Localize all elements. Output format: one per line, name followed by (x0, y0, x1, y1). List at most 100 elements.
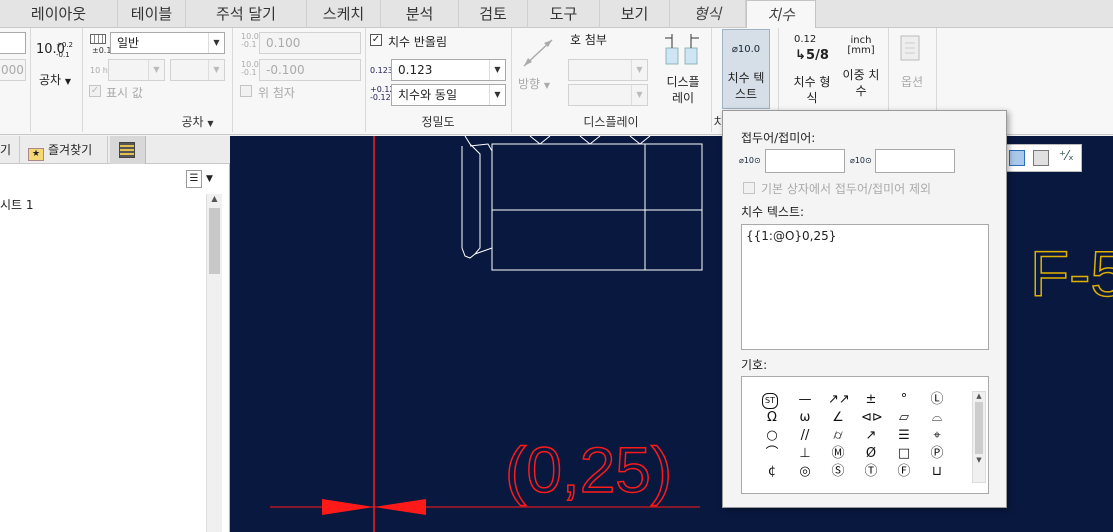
view-cube-icon[interactable] (1009, 150, 1025, 166)
dimension-text-label: 치수 텍스트: (741, 205, 805, 219)
symbol-button[interactable]: ↗↗ (828, 393, 850, 407)
symbol-button[interactable]: ⊥ (795, 447, 815, 461)
scroll-up-icon: ▲ (976, 392, 982, 400)
symbol-button[interactable]: Ø (861, 447, 881, 461)
fit-shaft-select[interactable]: ▼ (170, 59, 225, 81)
symbol-button[interactable]: Ⓟ (927, 447, 947, 461)
tree-scrollbar[interactable]: ▲ (206, 194, 222, 532)
exclude-prefix-checkbox[interactable] (743, 182, 755, 194)
chevron-down-icon: ▼ (631, 60, 647, 80)
tab-review[interactable]: 검토 (459, 0, 528, 28)
star-folder-icon: ★ (28, 148, 44, 161)
scroll-thumb (209, 208, 220, 274)
symbol-button[interactable]: ST (762, 393, 778, 409)
upper-tolerance-input: 0.100 (259, 32, 361, 54)
symbol-button[interactable]: Ⓜ (828, 447, 848, 461)
symbol-button[interactable]: Ⓣ (861, 465, 881, 479)
saved-view-icon[interactable] (1033, 150, 1049, 166)
tolerance-label: 공차 (38, 73, 62, 87)
symbol-button[interactable]: Ⓛ (927, 393, 947, 407)
tolerance-standard-select[interactable]: 일반 ▼ (110, 32, 225, 54)
dimension-text-button[interactable]: ⌀10.0 치수 텍 스트 (722, 29, 770, 109)
lower-tolerance-input[interactable]: -0.100 (259, 59, 361, 81)
symbol-button[interactable]: ○ (762, 429, 782, 443)
options-button[interactable]: 옵션 (893, 74, 931, 90)
dual-dimension-button[interactable]: inch [mm] 이중 치 수 (838, 36, 884, 99)
tab-dimension[interactable]: 치수 (746, 0, 816, 29)
chevron-down-icon: ▼ (489, 85, 505, 105)
direction-button[interactable]: 방향 ▼ (518, 75, 550, 92)
prefix-icon: ⌀10⊙ (739, 156, 761, 165)
tab-tools[interactable]: 도구 (528, 0, 600, 28)
symbol-button[interactable]: ° (894, 393, 914, 407)
direction-icon (523, 39, 553, 67)
symbol-button[interactable]: Ⓕ (894, 465, 914, 479)
tol-precision-select[interactable]: 치수와 동일 ▼ (391, 84, 506, 106)
suffix-input[interactable] (875, 149, 955, 173)
prefix-input[interactable] (765, 149, 845, 173)
tree-settings-icon[interactable]: ☰ (186, 170, 202, 188)
partial-input-bottom[interactable]: 000 (0, 59, 26, 81)
symbol-button[interactable]: □ (894, 447, 914, 461)
tab-favorites[interactable]: ★ 즐겨찾기 (22, 136, 108, 164)
rounding-checkbox[interactable]: ✓ (370, 34, 382, 46)
model-outline (461, 136, 703, 271)
tolerance-display-button[interactable]: 10.0 +0.2 -0.1 공차 ▼ (34, 36, 76, 96)
tab-format[interactable]: 형식 (670, 0, 746, 28)
format-icon-bottom: ↳5/8 (795, 48, 829, 63)
superscript-checkbox[interactable] (240, 85, 252, 97)
symbol-button[interactable]: ± (861, 393, 881, 407)
partial-input-value: 000 (1, 63, 24, 77)
symbol-button[interactable]: ⌖ (927, 429, 947, 443)
format-icon-top: 0.12 (794, 34, 817, 45)
display-option-select[interactable]: ▼ (568, 84, 648, 106)
fit-hole-select[interactable]: ▼ (108, 59, 165, 81)
symbol-button[interactable]: ⊲⊳ (861, 411, 883, 425)
symbol-button[interactable]: — (795, 393, 815, 407)
tab-partial[interactable]: 기 (0, 136, 20, 164)
dimension-format-button[interactable]: 0.12 ↳5/8 치수 형 식 (786, 32, 838, 106)
tab-analysis[interactable]: 분석 (381, 0, 459, 28)
layers-tab[interactable] (110, 136, 146, 164)
panel-tab-bar: 기 ★ 즐겨찾기 (0, 136, 230, 164)
symbol-button[interactable]: ∠ (828, 411, 848, 425)
symbol-button[interactable]: Ω (762, 411, 782, 425)
symbol-button[interactable]: ⌭ (828, 429, 848, 443)
layers-icon (119, 142, 135, 158)
symbol-button[interactable]: ⌒ (762, 447, 782, 461)
symbol-button[interactable]: ¢ (762, 465, 782, 479)
dimension-value-text: (0,25) (505, 434, 672, 506)
rounding-label: 치수 반올림 (388, 35, 448, 49)
symbol-button[interactable]: ◎ (795, 465, 815, 479)
exclude-prefix-label: 기본 상자에서 접두어/접미어 제외 (761, 182, 932, 196)
chevron-down-icon: ▼ (631, 85, 647, 105)
symbol-button[interactable]: ☰ (894, 429, 914, 443)
precision-select[interactable]: 0.123 ▼ (391, 59, 506, 81)
tab-layout[interactable]: 레이아웃 (0, 0, 118, 28)
dropdown-arrow-icon: ▼ (64, 77, 72, 86)
symbol-scrollbar[interactable]: ▲ ▼ (972, 391, 986, 483)
arc-attach-select[interactable]: ▼ (568, 59, 648, 81)
tab-annotate[interactable]: 주석 달기 (186, 0, 307, 28)
show-value-checkbox[interactable]: ✓ (89, 85, 101, 97)
tab-table[interactable]: 테이블 (118, 0, 186, 28)
symbol-button[interactable]: ⌓ (927, 411, 947, 425)
tab-sketch[interactable]: 스케치 (307, 0, 381, 28)
tab-view[interactable]: 보기 (600, 0, 670, 28)
display-icon (665, 34, 699, 65)
tree-item-sheet[interactable]: 시트 1 (0, 196, 34, 213)
symbol-button[interactable]: ⊔ (927, 465, 947, 479)
partial-input-top[interactable] (0, 32, 26, 54)
display-button[interactable]: 디스플 레이 (660, 74, 706, 106)
dimension-text-area[interactable]: {{1:@O}0,25} (741, 224, 989, 350)
display-style-icon[interactable]: ⁺⁄ₓ (1059, 149, 1074, 164)
symbol-button[interactable]: ↗ (861, 429, 881, 443)
chevron-down-icon[interactable]: ▼ (206, 174, 213, 184)
tolerance-group-label[interactable]: 공차 ▼ (30, 112, 365, 132)
symbol-button[interactable]: ω (795, 411, 815, 425)
symbol-button[interactable]: // (795, 429, 815, 443)
symbol-button[interactable]: Ⓢ (828, 465, 848, 479)
display-group-label: 디스플레이 (583, 115, 639, 129)
symbol-button[interactable]: ▱ (894, 411, 914, 425)
suffix-icon: ⌀10⊙ (850, 156, 872, 165)
